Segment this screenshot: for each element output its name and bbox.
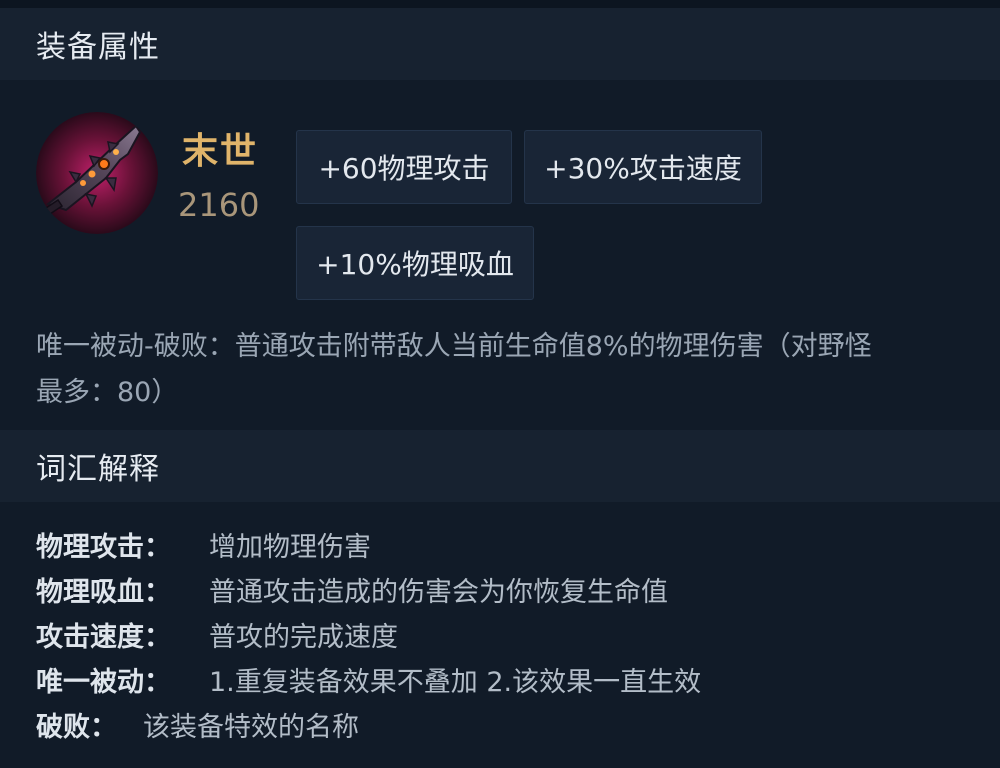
stat-physical-attack: +60物理攻击 (296, 130, 512, 204)
stat-lifesteal: +10%物理吸血 (296, 226, 534, 300)
passive-line-2: 最多：80） (36, 377, 179, 408)
glossary-entry: 破败： 该装备特效的名称 (36, 702, 1000, 747)
item-info: 末世 2160 +60物理攻击 +30%攻击速度 +10%物理吸血 唯一被动-破… (0, 80, 1000, 430)
glossary-entry: 物理攻击： 增加物理伤害 (36, 522, 1000, 567)
glossary-header: 词汇解释 (0, 430, 1000, 502)
glossary-term: 攻击速度： (36, 622, 171, 653)
glossary-entry: 物理吸血： 普通攻击造成的伤害会为你恢复生命值 (36, 567, 1000, 612)
attributes-header: 装备属性 (0, 8, 1000, 80)
glossary-term: 物理攻击： (36, 532, 171, 563)
attributes-title: 装备属性 (36, 30, 160, 65)
item-name: 末世 (182, 131, 259, 172)
glossary-definition: 增加物理伤害 (209, 532, 371, 563)
glossary-term: 唯一被动： (36, 667, 171, 698)
glossary-term: 破败： (36, 712, 117, 743)
glossary-definition: 1.重复装备效果不叠加 2.该效果一直生效 (209, 667, 702, 698)
glossary-term: 物理吸血： (36, 577, 171, 608)
passive-line-1: 唯一被动-破败：普通攻击附带敌人当前生命值8%的物理伤害（对野怪 (36, 331, 872, 362)
glossary-definition: 该装备特效的名称 (143, 712, 359, 743)
dagger-blade-icon (36, 112, 158, 234)
glossary-definition: 普攻的完成速度 (209, 622, 398, 653)
glossary-entry: 攻击速度： 普攻的完成速度 (36, 612, 1000, 657)
item-price: 2160 (178, 186, 260, 224)
glossary-definition: 普通攻击造成的伤害会为你恢复生命值 (209, 577, 668, 608)
glossary-entry: 唯一被动： 1.重复装备效果不叠加 2.该效果一直生效 (36, 657, 1000, 702)
passive-description: 唯一被动-破败：普通攻击附带敌人当前生命值8%的物理伤害（对野怪 最多：80） (36, 324, 976, 416)
top-strip (0, 0, 1000, 8)
glossary-list: 物理攻击： 增加物理伤害 物理吸血： 普通攻击造成的伤害会为你恢复生命值 攻击速… (0, 502, 1000, 747)
stat-attack-speed: +30%攻击速度 (524, 130, 762, 204)
glossary-title: 词汇解释 (36, 452, 160, 487)
item-detail-panel: 装备属性 末世 2160 +60物理攻击 +30%攻击速度 +10%物理吸血 唯… (0, 0, 1000, 768)
